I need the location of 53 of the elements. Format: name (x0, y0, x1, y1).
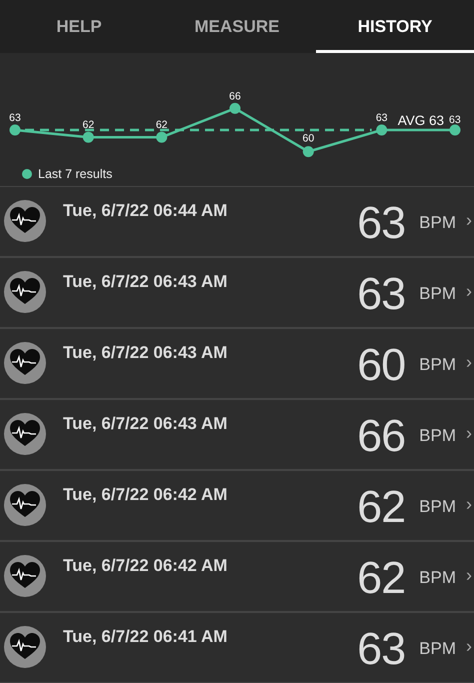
heart-pulse-icon (3, 483, 47, 527)
data-label: 63 (9, 112, 21, 124)
measurement-time: Tue, 6/7/22 06:42 AM (63, 556, 228, 576)
data-point (10, 124, 20, 136)
heart-rate-value: 63 (357, 268, 406, 320)
heart-rate-value: 62 (357, 481, 406, 533)
chevron-icon: › (466, 352, 472, 373)
data-label: 66 (229, 90, 241, 102)
heart-pulse-icon (3, 270, 47, 314)
heart-rate-value: 63 (357, 623, 406, 675)
data-label: 62 (156, 119, 168, 132)
unit-label: BPM (419, 213, 456, 233)
tab[interactable]: HELP (0, 0, 158, 53)
unit-label: BPM (419, 355, 456, 375)
unit-label: BPM (419, 426, 456, 446)
chevron-icon: › (466, 210, 472, 231)
measurement-time: Tue, 6/7/22 06:41 AM (63, 627, 228, 647)
measurement-time: Tue, 6/7/22 06:42 AM (63, 485, 228, 505)
measurement-time: Tue, 6/7/22 06:44 AM (63, 201, 228, 221)
data-label: 63 (376, 112, 388, 124)
data-point (82, 132, 94, 143)
legend-label: Last 7 results (38, 167, 112, 181)
data-point (376, 124, 388, 136)
chevron-icon: › (466, 423, 472, 444)
measurement-time: Tue, 6/7/22 06:43 AM (63, 414, 228, 434)
data-label: 60 (302, 132, 314, 145)
heart-rate-value: 66 (357, 410, 406, 462)
unit-label: BPM (419, 497, 456, 517)
unit-label: BPM (419, 568, 456, 588)
data-point (230, 102, 240, 114)
unit-label: BPM (419, 639, 456, 659)
chevron-icon: › (466, 281, 472, 302)
chevron-icon: › (466, 565, 472, 586)
data-point (450, 124, 460, 136)
heart-pulse-icon (3, 412, 47, 456)
data-label: 62 (82, 119, 94, 132)
heart-pulse-icon (3, 341, 47, 385)
measurement-time: Tue, 6/7/22 06:43 AM (63, 343, 228, 363)
data-point (156, 132, 168, 143)
data-point (302, 146, 314, 158)
heart-pulse-icon (3, 199, 47, 243)
data-label: 63 (449, 114, 461, 126)
chevron-icon: › (466, 494, 472, 515)
chevron-icon: › (466, 636, 472, 657)
heart-rate-value: 60 (357, 339, 406, 391)
heart-rate-value: 63 (357, 197, 406, 249)
heart-rate-value: 62 (357, 552, 406, 604)
tab[interactable]: MEASURE (158, 0, 316, 53)
average-label: AVG 63 (398, 113, 444, 128)
heart-pulse-icon (3, 554, 47, 598)
unit-label: BPM (419, 284, 456, 304)
measurement-time: Tue, 6/7/22 06:43 AM (63, 272, 228, 292)
heart-pulse-icon (3, 625, 47, 669)
